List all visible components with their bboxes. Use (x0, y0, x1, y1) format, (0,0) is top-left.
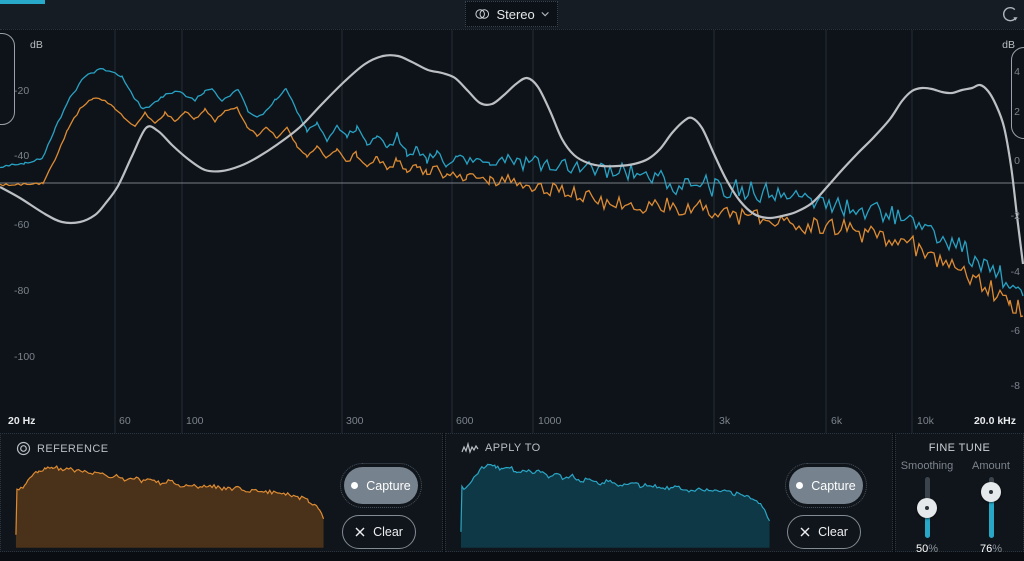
fine-tune-panel: FINE TUNE Smoothing 50% Amount 76% (895, 433, 1024, 552)
target-icon (16, 441, 31, 456)
y-tick: -20 (14, 85, 29, 97)
chevron-down-icon (541, 11, 549, 17)
x-tick: 10k (917, 415, 934, 427)
y-tick: -40 (14, 150, 29, 162)
y-tick: -8 (1011, 380, 1020, 392)
left-axis-handle[interactable] (0, 33, 15, 125)
y-tick: -80 (14, 285, 29, 297)
right-axis-handle[interactable] (1011, 47, 1024, 139)
capture-dot-icon (796, 482, 803, 489)
accent-strip (0, 0, 45, 4)
channel-selector-label: Stereo (496, 7, 534, 22)
apply-to-clear-button[interactable]: Clear (787, 515, 861, 549)
spectrum-analyzer: dB dB -20 -40 -60 -80 -100 4 2 0 -2 -4 -… (0, 29, 1024, 433)
x-tick: 3k (719, 415, 730, 427)
y-tick: 0 (1014, 155, 1020, 167)
reference-header: REFERENCE (16, 441, 108, 456)
slider-value: 76% (980, 543, 1002, 555)
match-eq-window: Stereo dB dB -20 -40 -60 -80 -100 4 2 0 … (0, 0, 1024, 561)
waveform-icon (461, 441, 479, 455)
x-tick: 600 (456, 415, 474, 427)
slider-thumb[interactable] (981, 482, 1001, 502)
y-tick: -60 (14, 219, 29, 231)
reference-panel: REFERENCE Capture Clear (0, 433, 443, 552)
x-tick: 100 (186, 415, 204, 427)
x-tick: 1000 (538, 415, 561, 427)
slider-thumb[interactable] (917, 498, 937, 518)
history-button[interactable] (999, 4, 1021, 26)
reference-clear-button[interactable]: Clear (342, 515, 416, 549)
y-axis-left-unit: dB (30, 39, 43, 51)
rotate-arrow-icon (1000, 5, 1020, 25)
apply-to-panel: APPLY TO Capture Clear (445, 433, 893, 552)
stereo-icon (474, 6, 490, 22)
x-axis-max-label: 20.0 kHz (974, 415, 1016, 427)
fine-tune-title: FINE TUNE (896, 442, 1023, 454)
slider-label: Amount (972, 460, 1010, 472)
amount-slider[interactable]: Amount 76% (971, 460, 1011, 553)
clear-x-icon (800, 527, 810, 537)
x-tick: 60 (119, 415, 131, 427)
y-tick: -100 (14, 351, 35, 363)
clear-x-icon (355, 527, 365, 537)
channel-selector-dropdown[interactable]: Stereo (465, 1, 558, 27)
x-tick: 300 (346, 415, 364, 427)
y-axis-right-unit: dB (1002, 39, 1015, 51)
smoothing-slider[interactable]: Smoothing 50% (907, 460, 947, 553)
reference-title: REFERENCE (37, 443, 108, 455)
y-tick: -6 (1011, 325, 1020, 337)
x-axis-min-label: 20 Hz (8, 415, 35, 427)
slider-value: 50% (916, 543, 938, 555)
y-tick: -4 (1011, 266, 1020, 278)
bottom-panels: REFERENCE Capture Clear APPLY TO (0, 433, 1024, 561)
capture-dot-icon (351, 482, 358, 489)
apply-to-title: APPLY TO (485, 442, 541, 454)
apply-to-capture-button[interactable]: Capture (789, 467, 863, 504)
slider-label: Smoothing (901, 460, 954, 472)
reference-capture-button[interactable]: Capture (344, 467, 418, 504)
apply-to-header: APPLY TO (461, 441, 541, 455)
spectrum-plot[interactable] (0, 30, 1024, 433)
top-bar: Stereo (0, 0, 1024, 30)
y-tick: -2 (1011, 210, 1020, 222)
x-tick: 6k (831, 415, 842, 427)
